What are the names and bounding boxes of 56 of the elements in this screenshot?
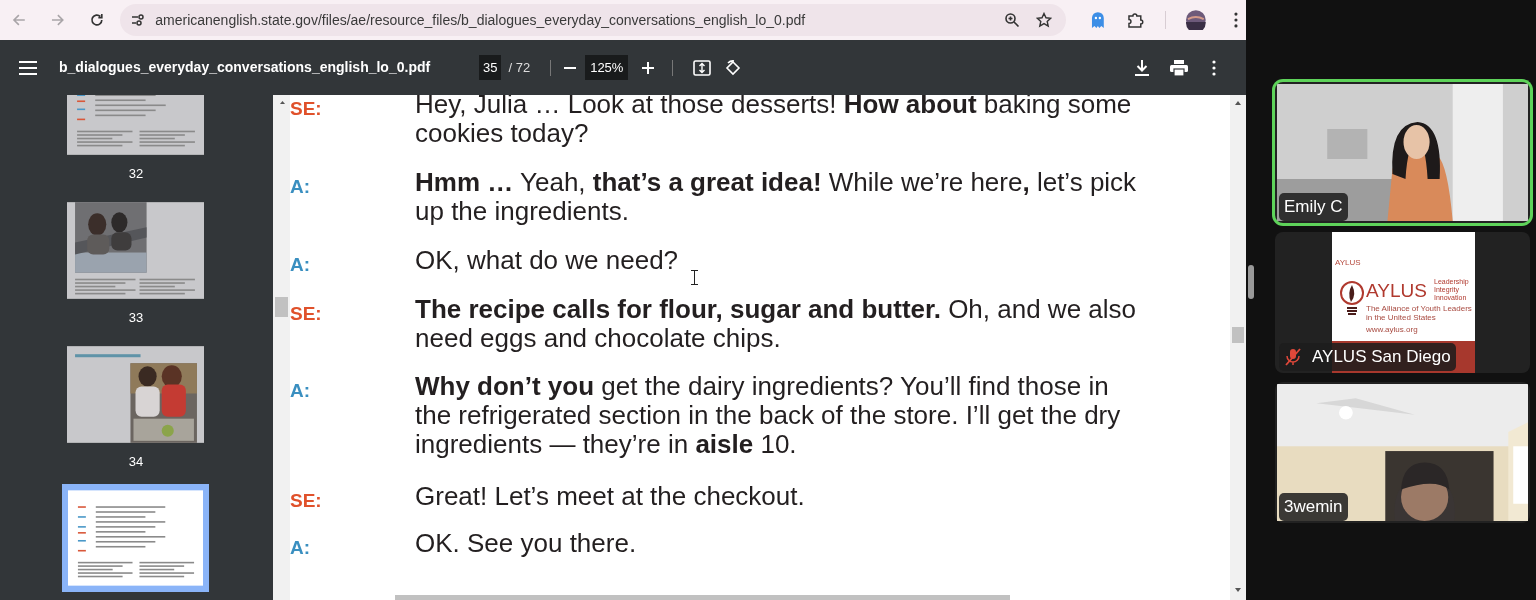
page-thumbnail[interactable] [67, 202, 204, 299]
profile-avatar-icon[interactable] [1186, 10, 1207, 30]
logo-text: AYLUS [1366, 281, 1427, 301]
url-text: americanenglish.state.gov/files/ae/resource_files/b_dialogues_everyday_conversations_english_lo_0.pdf [155, 10, 806, 30]
page-number-field[interactable]: 35 [479, 54, 502, 81]
dialogue-text: OK, what do we need? [415, 246, 680, 275]
dialogue-text: The recipe calls for flour, sugar and butter. Oh, and we also need eggs and chocolate chips. [415, 295, 1138, 353]
scrollbar-thumb[interactable] [275, 297, 288, 317]
dialogue-text: Great! Let’s meet at the checkout. [415, 482, 806, 511]
document-title: b_dialogues_everyday_conversations_english_lo_0.pdf [59, 58, 432, 77]
speaker-label: SE: [290, 489, 322, 513]
website-text: www.aylus.org [1366, 324, 1418, 336]
scrollbar-thumb[interactable] [1232, 327, 1244, 343]
more-icon[interactable] [1212, 59, 1216, 76]
speaker-label: A: [290, 253, 311, 277]
page-label: 33 [127, 309, 145, 327]
page-thumbnail[interactable] [68, 490, 203, 586]
dialogue-text: Hmm … Yeah, that’s a great idea! While we’re here, let’s pick up the ingredients. [415, 168, 1138, 226]
scroll-down-arrow-icon[interactable] [1235, 588, 1241, 592]
participant-name: 3wemin [1284, 496, 1343, 519]
page-label: 32 [127, 165, 145, 183]
dialogue-text: OK. See you there. [415, 529, 638, 558]
extensions-icon[interactable] [1126, 11, 1145, 29]
zoom-icon[interactable] [1003, 12, 1020, 28]
slide-subtitle: The Alliance of Youth Leaders in the United States [1366, 304, 1473, 322]
zoom-in-icon[interactable] [642, 61, 655, 74]
speaker-label: A: [290, 175, 311, 199]
site-info-icon[interactable] [130, 12, 147, 28]
scroll-up-arrow-icon[interactable] [1235, 101, 1241, 105]
speaker-label: SE: [290, 302, 322, 326]
print-icon[interactable] [1170, 59, 1188, 76]
page-label: 34 [127, 453, 145, 471]
page-thumbnail[interactable] [67, 346, 204, 443]
zoom-field[interactable]: 125% [585, 54, 629, 81]
speaker-label: A: [290, 536, 311, 560]
rotate-icon[interactable] [724, 58, 743, 77]
bookmark-star-icon[interactable] [1035, 12, 1052, 28]
download-icon[interactable] [1135, 59, 1149, 76]
horizontal-scrollbar-thumb[interactable] [395, 595, 1010, 600]
more-icon[interactable] [1234, 12, 1238, 28]
dialogue-text: Why don’t you get the dairy ingredients? You’ll find those in the refrigerated section in the back of the store. I’ll get the dry ingredients — they’re in aisle 10. [415, 372, 1122, 459]
fit-page-icon[interactable] [693, 59, 712, 76]
scrollbar-thumb[interactable] [1248, 265, 1254, 299]
speaker-label: A: [290, 379, 311, 403]
address-bar[interactable]: americanenglish.state.gov/files/ae/resource_files/b_dialogues_everyday_conversations_english_lo_0.pdf [120, 4, 1066, 36]
dialogue-text: Hey, Julia … Look at those desserts! How about baking some cookies today? [415, 95, 1133, 148]
page-total: / 72 [508, 58, 531, 77]
speaker-label: SE: [290, 97, 322, 121]
scroll-up-arrow-icon[interactable] [280, 101, 285, 104]
reload-icon[interactable] [88, 12, 105, 28]
participant-name: AYLUS San Diego [1312, 346, 1451, 369]
ghost-icon[interactable] [1089, 11, 1106, 29]
text-cursor-icon [691, 270, 698, 285]
menu-icon[interactable] [19, 60, 37, 75]
slide-header: AYLUS [1335, 257, 1361, 269]
participant-name: Emily C [1284, 196, 1343, 219]
